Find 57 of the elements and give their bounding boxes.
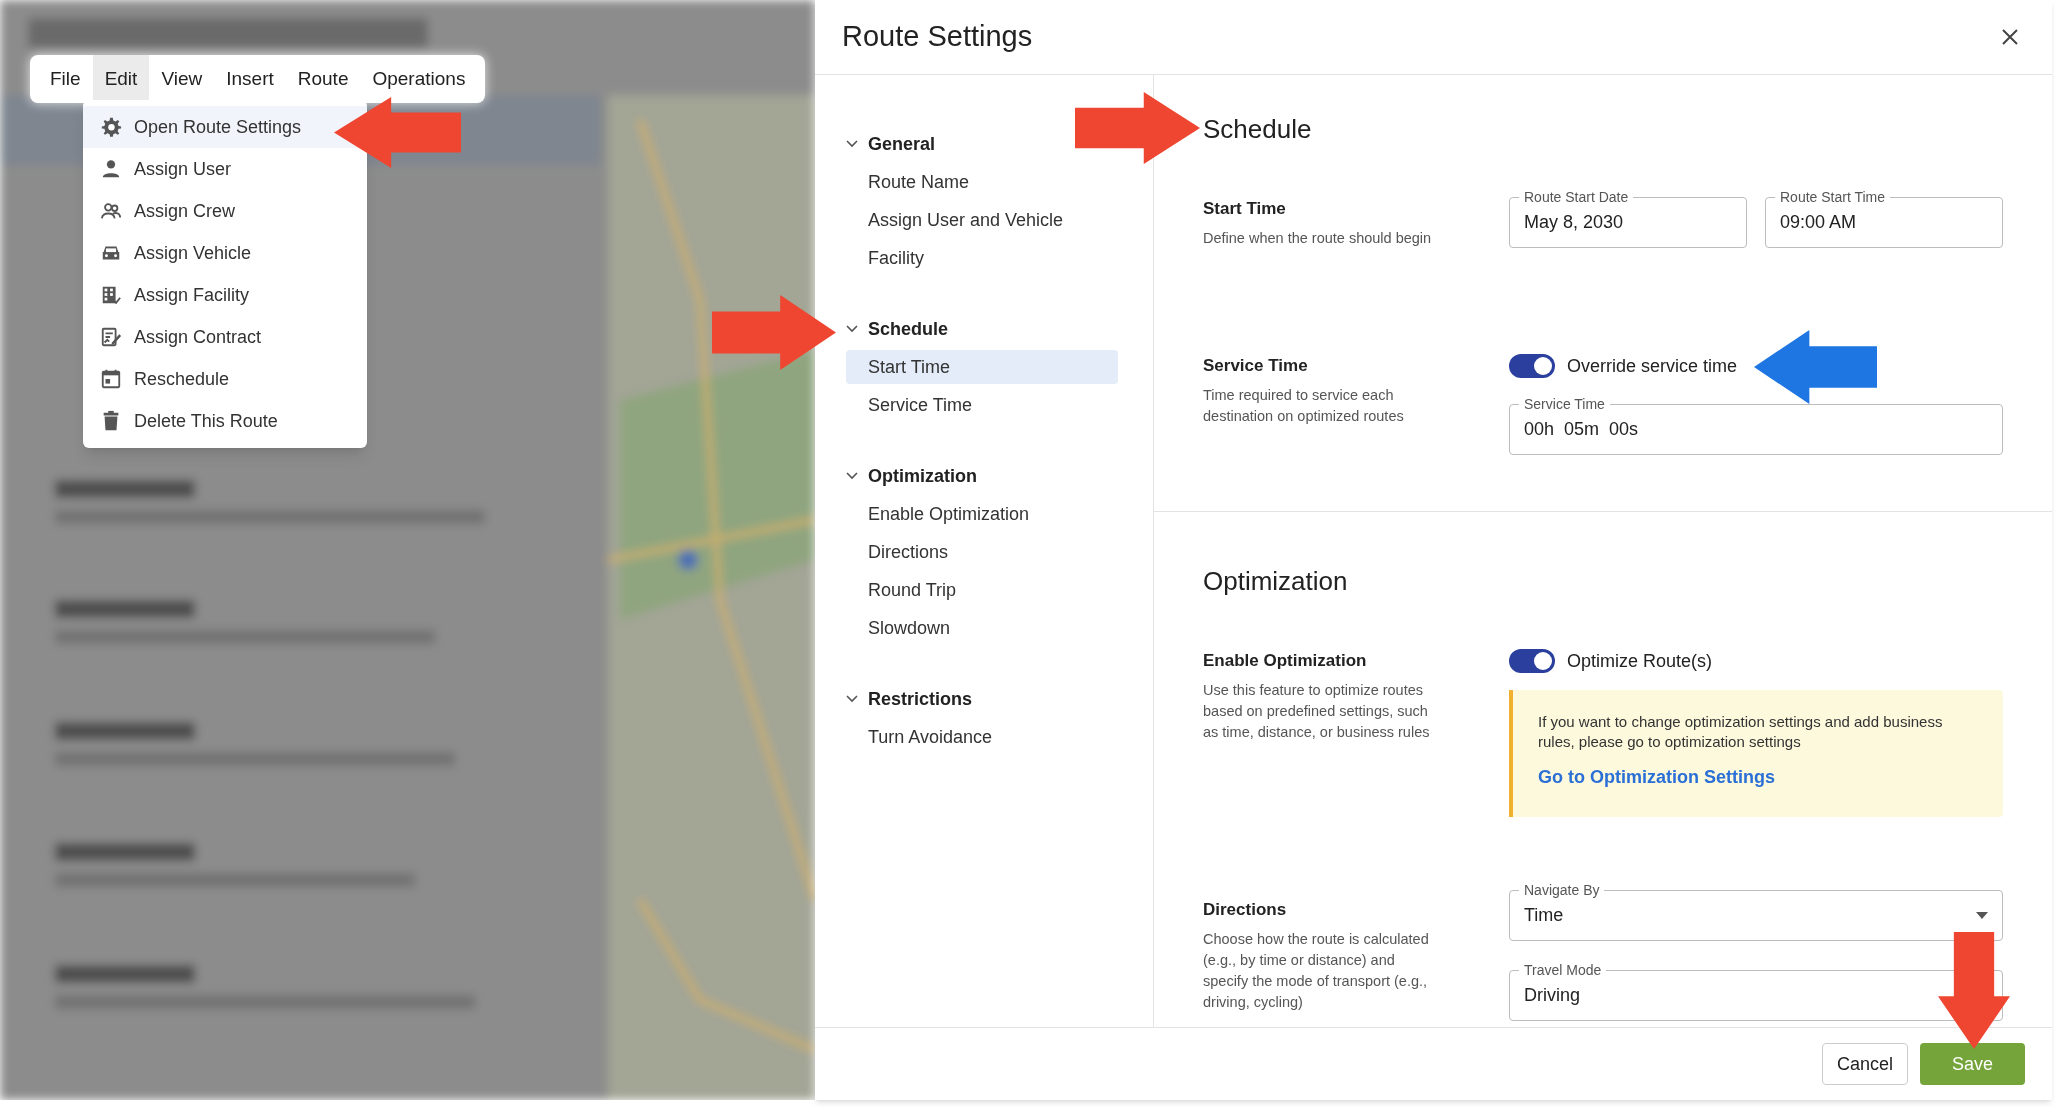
menu-item[interactable]: Insert	[214, 55, 286, 103]
menu-item[interactable]: Delete This Route	[83, 400, 367, 442]
nav-item[interactable]: Turn Avoidance	[846, 720, 1122, 754]
menu-item[interactable]: File	[38, 55, 93, 103]
toggle-switch[interactable]	[1509, 649, 1555, 673]
toggle-switch[interactable]	[1509, 354, 1555, 378]
notice-text: If you want to change optimization settings and add business rules, please go to optimization settings	[1538, 712, 1944, 752]
section-heading: Schedule	[1203, 113, 1313, 146]
nav-section-header[interactable]: Restrictions	[846, 680, 973, 718]
nav-item[interactable]: Route Name	[846, 165, 1122, 199]
calendar-icon	[100, 368, 122, 390]
document-pen-icon	[100, 326, 122, 348]
nav-item[interactable]: Directions	[846, 535, 1122, 569]
nav-item[interactable]: Slowdown	[846, 611, 1122, 645]
menu-item[interactable]: Assign Facility	[83, 274, 367, 316]
toggle-label: Optimize Route(s)	[1567, 649, 1713, 673]
setting-label: Service Time	[1203, 355, 1309, 377]
section-heading: Optimization	[1203, 565, 1349, 598]
building-icon	[100, 284, 122, 306]
menu-item[interactable]: Assign Crew	[83, 190, 367, 232]
setting-description: Use this feature to optimize routes based on predefined settings, such as time, distance, or business rules	[1203, 681, 1431, 742]
menu-item[interactable]: Reschedule	[83, 358, 367, 400]
menu-item[interactable]: Assign Vehicle	[83, 232, 367, 274]
nav-section-header[interactable]: General	[846, 125, 936, 163]
setting-description: Define when the route should begin	[1203, 229, 1433, 248]
menu-item[interactable]: Operations	[360, 55, 478, 103]
setting-label: Enable Optimization	[1203, 650, 1368, 672]
setting-label: Directions	[1203, 899, 1288, 921]
nav-item[interactable]: Assign User and Vehicle	[846, 203, 1122, 237]
settings-link[interactable]: Go to Optimization Settings	[1538, 764, 1978, 791]
close-icon[interactable]	[2001, 28, 2019, 46]
chevron-down-icon	[846, 472, 858, 480]
toggle-label: Override service time	[1567, 354, 1738, 378]
menu-item[interactable]: Edit	[92, 55, 150, 103]
nav-item[interactable]: Service Time	[846, 388, 1122, 422]
cancel-button[interactable]: Cancel	[1821, 1043, 1908, 1085]
nav-section-header[interactable]: Schedule	[846, 310, 949, 348]
setting-description: Time required to service each destination on optimized routes	[1203, 386, 1405, 426]
menu-item[interactable]: Assign Contract	[83, 316, 367, 358]
menu-item[interactable]: Open Route Settings	[83, 106, 367, 148]
settings-icon	[100, 116, 122, 138]
person-icon	[100, 158, 122, 180]
nav-item[interactable]: Facility	[846, 241, 1122, 275]
menu-item[interactable]: View	[149, 55, 215, 103]
nav-item[interactable]: Round Trip	[846, 573, 1122, 607]
setting-description: Choose how the route is calculated (e.g., by time or distance) and specify the mode of transport (e.g., driving, cycling)	[1203, 930, 1430, 1012]
menu-item[interactable]: Route	[285, 55, 361, 103]
caret-icon	[1976, 912, 1988, 919]
setting-label: Start Time	[1203, 198, 1287, 220]
chevron-down-icon	[846, 695, 858, 703]
dialog-title: Route Settings	[842, 19, 1033, 55]
chevron-down-icon	[846, 325, 858, 333]
menu-item[interactable]: Assign User	[83, 148, 367, 190]
nav-item[interactable]: Start Time	[846, 350, 1118, 384]
chevron-down-icon	[846, 140, 858, 148]
nav-item[interactable]: Enable Optimization	[846, 497, 1122, 531]
nav-section-header[interactable]: Optimization	[846, 457, 977, 495]
